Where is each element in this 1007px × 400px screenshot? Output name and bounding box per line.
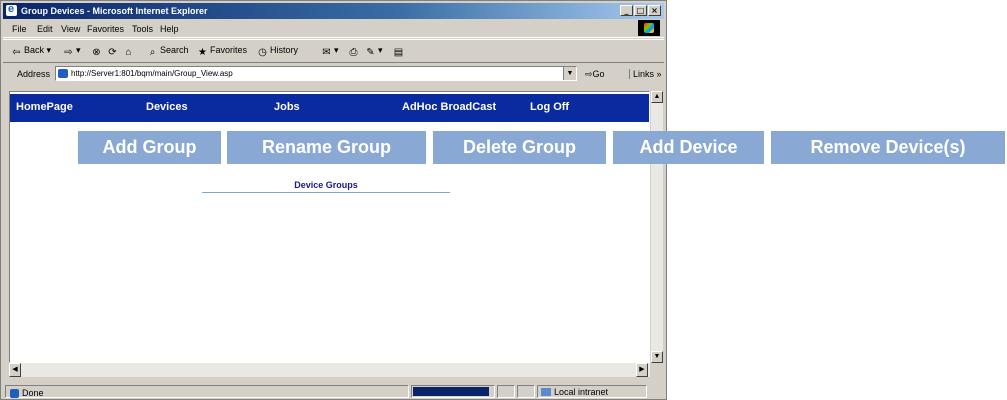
- search-button[interactable]: ⌕ Search: [147, 45, 189, 58]
- mail-button[interactable]: ✉ ▾: [321, 45, 338, 58]
- done-page-icon: [10, 389, 19, 398]
- status-pane-blank-2: [517, 385, 535, 398]
- page-icon: [58, 69, 68, 78]
- device-groups-heading: Device Groups: [202, 180, 450, 193]
- ie-icon: [6, 1, 17, 17]
- print-icon: ⎙: [349, 47, 358, 58]
- history-icon: ◷: [258, 47, 267, 58]
- remove-devices-button[interactable]: Remove Device(s): [771, 131, 1005, 164]
- links-button[interactable]: Links »: [629, 69, 662, 79]
- rename-group-button[interactable]: Rename Group: [227, 131, 426, 164]
- home-icon: ⌂: [125, 47, 132, 58]
- delete-group-button[interactable]: Delete Group: [433, 131, 606, 164]
- address-input[interactable]: http://Server1:801/bqm/main/Group_View.a…: [55, 66, 577, 81]
- nav-adhoc-broadcast[interactable]: AdHoc BroadCast: [402, 101, 496, 113]
- intranet-icon: [541, 388, 551, 396]
- links-label: Links: [633, 69, 655, 79]
- search-icon: ⌕: [149, 47, 156, 58]
- menu-bar: File Edit View Favorites Tools Help: [3, 20, 664, 38]
- maximize-button[interactable]: □: [634, 5, 647, 16]
- history-label: History: [270, 45, 299, 55]
- forward-button[interactable]: ⇨ ▾: [63, 45, 80, 58]
- menu-help[interactable]: Help: [160, 24, 179, 34]
- back-button[interactable]: ⇦ Back ▾: [11, 45, 51, 58]
- stop-button[interactable]: ⊗: [91, 45, 104, 58]
- site-navbar: HomePage Devices Jobs AdHoc BroadCast Lo…: [10, 94, 649, 122]
- nav-log-off[interactable]: Log Off: [530, 101, 569, 113]
- horizontal-scrollbar[interactable]: ◀ ▶: [9, 363, 650, 377]
- minimize-button[interactable]: _: [620, 5, 633, 16]
- mail-icon: ✉: [322, 47, 331, 58]
- go-label: Go: [592, 69, 605, 79]
- nav-devices[interactable]: Devices: [146, 101, 188, 113]
- menu-edit[interactable]: Edit: [37, 24, 53, 34]
- forward-arrow-icon: ⇨: [64, 47, 73, 58]
- discuss-icon: ▤: [393, 47, 404, 58]
- menu-file[interactable]: File: [12, 24, 27, 34]
- add-group-button[interactable]: Add Group: [78, 131, 221, 164]
- home-button[interactable]: ⌂: [123, 45, 136, 58]
- go-button[interactable]: ⇨Go: [585, 69, 605, 80]
- menu-tools[interactable]: Tools: [132, 24, 153, 34]
- address-label: Address: [17, 69, 51, 79]
- toolbar: ⇦ Back ▾ ⇨ ▾ ⊗ ⟳ ⌂ ⌕ Search ★ Favorites ◷ His…: [3, 39, 664, 63]
- favorites-button[interactable]: ★ Favorites: [197, 45, 247, 58]
- windows-logo-icon: [638, 20, 660, 36]
- nav-homepage[interactable]: HomePage: [16, 101, 73, 113]
- nav-jobs[interactable]: Jobs: [274, 101, 300, 113]
- history-button[interactable]: ◷ History: [257, 45, 298, 58]
- search-label: Search: [160, 45, 189, 55]
- favorites-icon: ★: [198, 47, 207, 58]
- discuss-button[interactable]: ▤: [393, 45, 406, 58]
- status-pane-blank-1: [497, 385, 515, 398]
- scroll-down-icon[interactable]: ▼: [651, 351, 663, 363]
- title-bar: Group Devices - Microsoft Internet Explo…: [3, 1, 664, 19]
- progress-bar: [411, 385, 495, 398]
- browser-window: Group Devices - Microsoft Internet Explo…: [0, 0, 667, 400]
- menu-view[interactable]: View: [61, 24, 80, 34]
- print-button[interactable]: ⎙: [348, 45, 361, 58]
- address-url: http://Server1:801/bqm/main/Group_View.a…: [71, 69, 233, 78]
- add-device-button[interactable]: Add Device: [613, 131, 764, 164]
- back-arrow-icon: ⇦: [12, 47, 21, 58]
- address-bar: Address http://Server1:801/bqm/main/Grou…: [3, 63, 664, 85]
- scroll-left-icon[interactable]: ◀: [9, 363, 21, 377]
- zone-text: Local intranet: [554, 387, 609, 397]
- refresh-button[interactable]: ⟳: [107, 45, 120, 58]
- refresh-icon: ⟳: [108, 47, 117, 58]
- status-bar: Done Local intranet: [3, 384, 664, 399]
- edit-button[interactable]: ✎ ▾: [365, 45, 382, 58]
- zone-pane: Local intranet: [537, 385, 647, 398]
- go-arrow-icon: ⇨: [585, 69, 593, 79]
- close-button[interactable]: ×: [648, 5, 661, 16]
- status-text: Done: [22, 388, 44, 398]
- progress-fill: [413, 387, 489, 396]
- favorites-label: Favorites: [210, 45, 248, 55]
- menu-favorites[interactable]: Favorites: [87, 24, 124, 34]
- back-label: Back: [24, 45, 45, 55]
- edit-icon: ✎: [366, 47, 375, 58]
- scroll-right-icon[interactable]: ▶: [636, 363, 648, 377]
- address-dropdown-icon[interactable]: ▼: [563, 67, 576, 80]
- window-title: Group Devices - Microsoft Internet Explo…: [21, 6, 208, 16]
- stop-icon: ⊗: [92, 47, 101, 58]
- scroll-up-icon[interactable]: ▲: [651, 91, 663, 103]
- status-pane-main: Done: [5, 385, 409, 398]
